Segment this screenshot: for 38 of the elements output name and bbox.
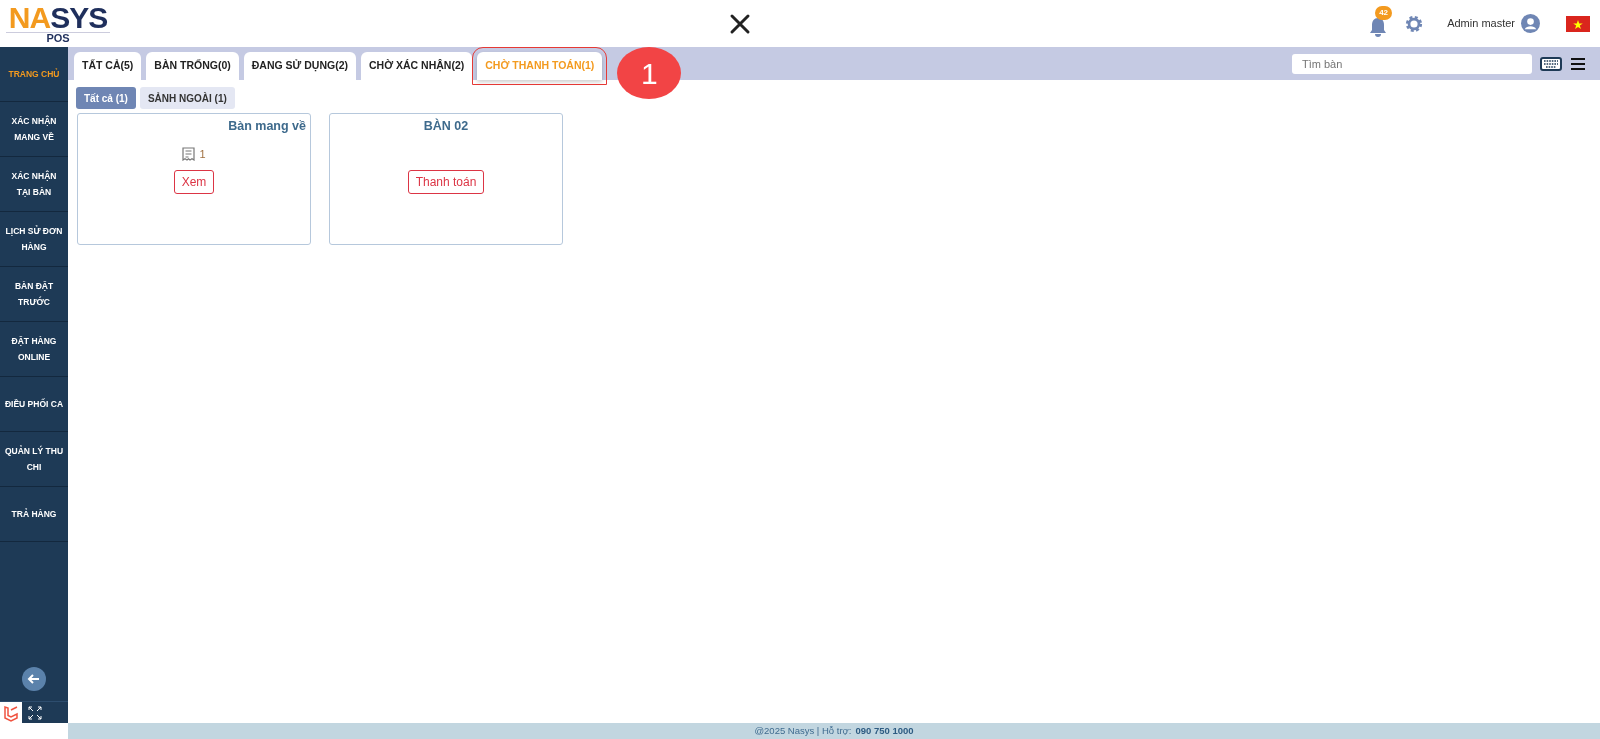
action-button[interactable]: Xem: [173, 169, 215, 194]
expand-icon[interactable]: [28, 705, 42, 720]
step-marker: 1: [617, 47, 682, 99]
order-count: 1: [199, 146, 206, 162]
notification-count: 42: [1375, 5, 1393, 20]
sidebar-item[interactable]: XÁC NHẬN MANG VỀ: [0, 102, 68, 157]
sidebar-item[interactable]: QUẢN LÝ THU CHI: [0, 432, 68, 487]
support-phone: 090 750 1000: [855, 723, 914, 738]
user-avatar-icon[interactable]: [1521, 14, 1540, 33]
user-name[interactable]: Admin master: [1447, 15, 1515, 32]
bell-icon[interactable]: [1369, 16, 1388, 37]
sidebar-item[interactable]: ĐIỀU PHỐI CA: [0, 377, 68, 432]
tab[interactable]: CHỜ XÁC NHẬN(2): [360, 52, 473, 80]
search-field[interactable]: Tìm bàn: [1292, 53, 1532, 74]
logo-subtitle: POS: [6, 31, 110, 44]
table-title: BÀN 02: [422, 117, 470, 135]
menu-icon[interactable]: [1570, 56, 1586, 71]
tab[interactable]: TẤT CẢ(5): [74, 52, 142, 80]
sidebar-item[interactable]: LỊCH SỬ ĐƠN HÀNG: [0, 212, 68, 267]
sidebar-item[interactable]: TRẢ HÀNG: [0, 487, 68, 542]
sidebar-item[interactable]: BÀN ĐẶT TRƯỚC: [0, 267, 68, 322]
table-card[interactable]: BÀN 02 Thanh toán: [329, 113, 563, 245]
area-tab[interactable]: Tất cả (1): [76, 87, 136, 109]
footer-text: @2025 Nasys | Hỗ trợ:: [754, 723, 852, 738]
keyboard-icon[interactable]: [1540, 56, 1562, 71]
table-title: Bàn mang về: [227, 118, 306, 135]
sidebar-item[interactable]: ĐẶT HÀNG ONLINE: [0, 322, 68, 377]
flag-icon[interactable]: [1566, 15, 1590, 32]
settings-icon[interactable]: [1405, 14, 1424, 33]
table-card[interactable]: Bàn mang về 1 Xem: [77, 113, 311, 245]
action-button[interactable]: Thanh toán: [407, 169, 485, 194]
area-tab[interactable]: SẢNH NGOÀI (1): [139, 87, 235, 109]
sidebar-item[interactable]: XÁC NHẬN TẠI BÀN: [0, 157, 68, 212]
receipt-icon: [182, 146, 196, 161]
tab[interactable]: BÀN TRỐNG(0): [146, 52, 239, 80]
logo: NASYS: [8, 3, 108, 32]
tab[interactable]: ĐANG SỬ DỤNG(2): [243, 52, 356, 80]
laravel-logo-icon: [0, 701, 22, 724]
